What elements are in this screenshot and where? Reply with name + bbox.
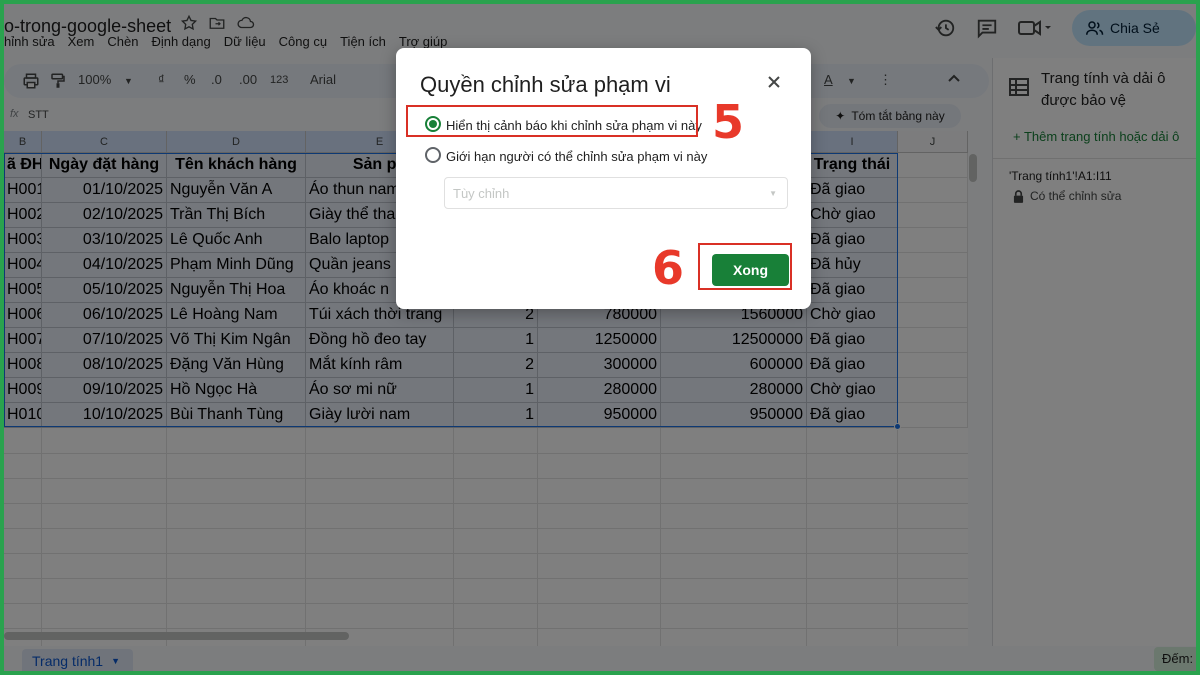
app-window: o-trong-google-sheet hỉnh sửa Xem Chèn Đ… (4, 4, 1196, 671)
chevron-down-icon: ▼ (769, 189, 777, 198)
step-5-highlight (406, 105, 698, 137)
permission-select-value: Tùy chỉnh (453, 186, 510, 201)
dialog-title: Quyền chỉnh sửa phạm vi (420, 72, 671, 97)
step-6-highlight (698, 243, 792, 290)
close-icon[interactable] (764, 72, 784, 92)
restrict-option-label[interactable]: Giới hạn người có thể chỉnh sửa phạm vi … (446, 149, 707, 164)
step-5-number: 5 (712, 95, 745, 149)
step-6-number: 6 (652, 241, 685, 295)
restrict-option-radio[interactable] (425, 147, 441, 163)
permission-select[interactable]: Tùy chỉnh ▼ (444, 177, 788, 209)
